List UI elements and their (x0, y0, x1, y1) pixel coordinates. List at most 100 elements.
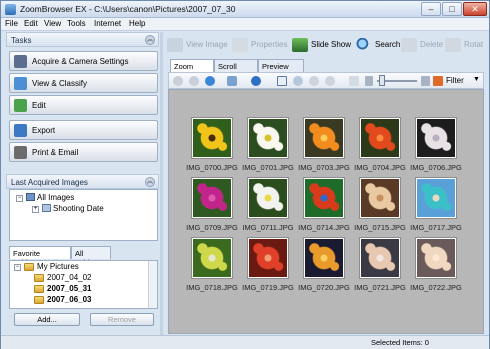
last-acquired-header: Last Acquired Images ︽ (6, 174, 159, 189)
full-screen-icon[interactable] (349, 76, 359, 86)
image-thumbnail[interactable] (360, 178, 400, 218)
remove-folder-button[interactable]: Remove (90, 313, 154, 326)
menu-view[interactable]: View (44, 19, 61, 28)
tab-zoom-mode[interactable]: Zoom Mode (170, 59, 214, 80)
image-thumbnail[interactable] (416, 178, 456, 218)
menu-internet[interactable]: Internet (94, 19, 121, 28)
slide-show-icon (292, 38, 308, 52)
panel-splitter[interactable] (160, 32, 163, 335)
image-thumbnail[interactable] (192, 118, 232, 158)
image-thumbnail[interactable] (304, 118, 344, 158)
collapse-tree-icon[interactable]: − (16, 195, 23, 202)
info-icon[interactable] (251, 76, 261, 86)
filter-label[interactable]: Filter (446, 76, 464, 85)
print-icon (14, 146, 27, 159)
rotate-icon (445, 38, 461, 52)
image-filename: IMG_0720.JPG (298, 283, 350, 292)
images-icon (26, 193, 35, 201)
camera-icon (14, 55, 27, 68)
folder-scrollbar[interactable] (148, 261, 157, 308)
image-thumbnail[interactable] (248, 118, 288, 158)
image-thumbnail[interactable] (360, 238, 400, 278)
tab-scroll-mode[interactable]: Scroll Mode (214, 59, 258, 80)
image-filename: IMG_0703.JPG (298, 163, 350, 172)
image-thumbnail[interactable] (360, 118, 400, 158)
pointer-icon[interactable] (277, 76, 287, 86)
collapse-folder-icon[interactable]: − (14, 264, 21, 271)
image-thumbnail[interactable] (248, 238, 288, 278)
select-images-icon[interactable] (227, 76, 237, 86)
up-folder-icon[interactable] (205, 76, 215, 86)
menu-file[interactable]: File (5, 19, 18, 28)
app-icon (5, 4, 16, 15)
task-label: Export (32, 126, 56, 135)
slider-thumb[interactable] (379, 75, 385, 86)
task-view-classify[interactable]: View & Classify (9, 73, 158, 93)
button-label: Search (375, 40, 401, 49)
image-thumbnail[interactable] (248, 178, 288, 218)
task-acquire-camera-settings[interactable]: Acquire & Camera Settings (9, 51, 158, 71)
tree-item-shooting-date[interactable]: Shooting Date (42, 204, 104, 213)
menu-edit[interactable]: Edit (24, 19, 38, 28)
image-filename: IMG_0719.JPG (242, 283, 294, 292)
task-label: Edit (32, 101, 46, 110)
selected-items-count: Selected Items: 0 (371, 338, 429, 347)
status-bar: Selected Items: 0 (1, 335, 489, 349)
image-filename: IMG_0717.JPG (410, 223, 462, 232)
folder-item[interactable]: 2007_06_03 (47, 295, 92, 304)
fit-icon[interactable] (325, 76, 335, 86)
image-thumbnail[interactable] (304, 178, 344, 218)
view-toolbar: Filter ▼ (168, 72, 484, 89)
image-thumbnail[interactable] (192, 178, 232, 218)
zoom-out-icon[interactable] (309, 76, 319, 86)
image-gallery: IMG_0700.JPG IMG_0701.JPG IMG_0703.JPG IMG_… (168, 89, 484, 334)
tasks-header: Tasks ︽ (6, 32, 159, 47)
folder-my-pictures[interactable]: My Pictures (37, 262, 79, 271)
button-label: Delete (420, 40, 444, 49)
expand-tree-icon[interactable]: + (32, 206, 39, 213)
task-export[interactable]: Export (9, 120, 158, 140)
add-folder-button[interactable]: Add... (14, 313, 80, 326)
filter-icon[interactable] (433, 76, 443, 86)
image-filename: IMG_0721.JPG (354, 283, 406, 292)
edit-icon (14, 99, 27, 112)
task-label: View & Classify (32, 79, 87, 88)
small-thumbnails-icon (365, 76, 373, 86)
collapse-last-acquired-icon[interactable]: ︽ (145, 177, 155, 187)
image-thumbnail[interactable] (416, 118, 456, 158)
button-label: Slide Show (311, 40, 352, 49)
back-icon[interactable] (173, 76, 183, 86)
tab-all-folders[interactable]: All Folders (71, 246, 111, 267)
tab-preview-mode[interactable]: Preview Mode (258, 59, 304, 80)
image-thumbnail[interactable] (304, 238, 344, 278)
close-button[interactable]: ✕ (463, 2, 487, 16)
forward-icon[interactable] (189, 76, 199, 86)
collapse-tasks-icon[interactable]: ︽ (145, 35, 155, 45)
tasks-title: Tasks (11, 36, 32, 45)
folder-icon (24, 263, 34, 271)
last-acquired-title: Last Acquired Images (11, 178, 88, 187)
image-filename: IMG_0715.JPG (354, 223, 406, 232)
main-toolbar: View Image Properties Slide Show Search … (163, 33, 489, 57)
image-thumbnail[interactable] (192, 238, 232, 278)
menu-help[interactable]: Help (129, 19, 145, 28)
tab-favorite-folders[interactable]: Favorite Folders (9, 246, 71, 267)
search-icon (356, 38, 372, 52)
task-edit[interactable]: Edit (9, 95, 158, 115)
folder-tree: − My Pictures 2007_04_02 2007_05_31 2007… (9, 260, 158, 309)
minimize-button[interactable]: – (421, 2, 441, 16)
zoom-in-icon[interactable] (293, 76, 303, 86)
large-thumbnails-icon (421, 76, 430, 86)
task-print-email[interactable]: Print & Email (9, 142, 158, 162)
filter-dropdown-icon[interactable]: ▼ (473, 76, 480, 83)
menu-tools[interactable]: Tools (67, 19, 86, 28)
image-thumbnail[interactable] (416, 238, 456, 278)
tree-item-all-images[interactable]: All Images (26, 193, 74, 202)
left-panel: Tasks ︽ Acquire & Camera Settings View &… (6, 32, 159, 338)
maximize-button[interactable]: □ (442, 2, 462, 16)
calendar-icon (42, 204, 51, 212)
folder-icon (34, 285, 44, 293)
folder-item[interactable]: 2007_05_31 (47, 284, 92, 293)
folder-item[interactable]: 2007_04_02 (47, 273, 92, 282)
tree-item-label: All Images (37, 193, 75, 202)
